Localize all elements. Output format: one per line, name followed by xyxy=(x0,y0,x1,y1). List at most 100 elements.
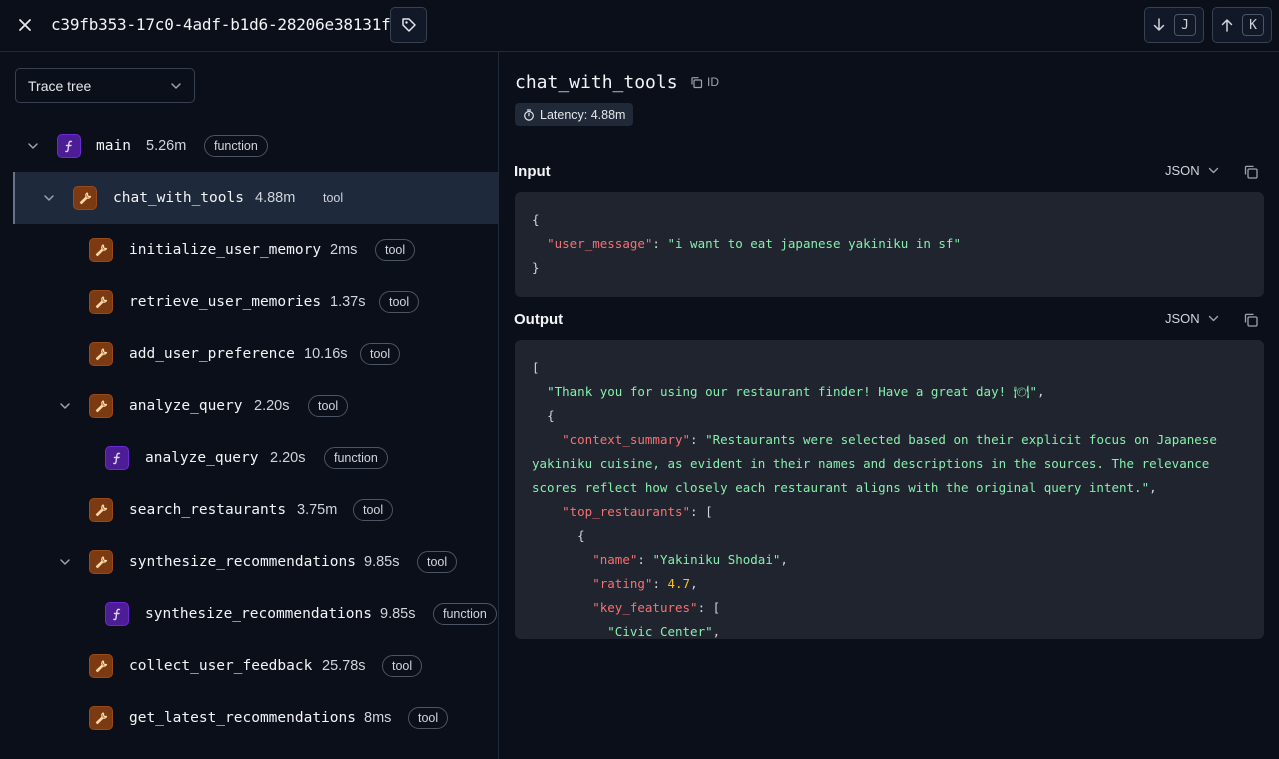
node-duration: 1.37s xyxy=(330,294,366,310)
tree-row-chat-with-tools[interactable]: chat_with_tools 4.88m tool xyxy=(13,172,498,224)
json-line: { xyxy=(532,212,540,227)
tree-row-collect-user-feedback[interactable]: collect_user_feedback 25.78s tool xyxy=(0,640,498,692)
top-bar: c39fb353-17c0-4adf-b1d6-28206e38131f J K xyxy=(0,0,1279,52)
node-name: chat_with_tools xyxy=(113,190,244,206)
function-icon xyxy=(105,602,129,626)
json-line: "rating": 4.7, xyxy=(592,576,698,591)
copy-output-icon[interactable] xyxy=(1243,312,1259,328)
node-duration: 3.75m xyxy=(297,502,338,518)
collapse-chevron-icon[interactable] xyxy=(42,191,56,205)
input-label: Input xyxy=(514,163,551,180)
node-name: analyze_query xyxy=(129,398,243,414)
node-duration: 2ms xyxy=(330,242,358,258)
wrench-icon xyxy=(89,706,113,730)
wrench-icon xyxy=(89,654,113,678)
tree-row-add-user-preference[interactable]: add_user_preference 10.16s tool xyxy=(0,328,498,380)
stopwatch-icon xyxy=(524,108,534,121)
wrench-icon xyxy=(89,290,113,314)
json-line: } xyxy=(532,260,540,275)
node-name: initialize_user_memory xyxy=(129,242,322,258)
view-select-value: Trace tree xyxy=(28,77,92,94)
previous-span-button[interactable]: K xyxy=(1212,7,1272,43)
node-type-badge: tool xyxy=(379,291,420,313)
node-name: analyze_query xyxy=(145,450,259,466)
node-type-badge: function xyxy=(324,447,388,469)
json-line: [ xyxy=(532,360,540,375)
tree-row-analyze-query[interactable]: analyze_query 2.20s tool xyxy=(0,380,498,432)
tree-row-analyze-query-function[interactable]: analyze_query 2.20s function xyxy=(0,432,498,484)
next-span-button[interactable]: J xyxy=(1144,7,1204,43)
output-json-viewer[interactable]: [ "Thank you for using our restaurant fi… xyxy=(515,340,1264,639)
node-name: retrieve_user_memories xyxy=(129,294,322,310)
node-duration: 9.85s xyxy=(380,606,416,622)
node-name: add_user_preference xyxy=(129,346,295,362)
json-line: "user_message": "i want to eat japanese … xyxy=(547,236,961,251)
node-type-badge: tool xyxy=(408,707,449,729)
json-line: { xyxy=(577,528,585,543)
tree-row-search-restaurants[interactable]: search_restaurants 3.75m tool xyxy=(0,484,498,536)
wrench-icon xyxy=(89,498,113,522)
view-select[interactable]: Trace tree xyxy=(15,68,195,103)
span-detail-panel: chat_with_tools ID Latency: 4.88m Input … xyxy=(499,52,1279,759)
collapse-chevron-icon[interactable] xyxy=(58,555,72,569)
node-duration: 25.78s xyxy=(322,658,366,674)
node-duration: 8ms xyxy=(364,710,392,726)
input-format-value: JSON xyxy=(1165,163,1200,178)
tree-row-get-latest-recommendations[interactable]: get_latest_recommendations 8ms tool xyxy=(0,692,498,744)
trace-tree-panel: Trace tree main 5.26m function chat_with… xyxy=(0,52,499,759)
output-format-value: JSON xyxy=(1165,311,1200,326)
tree-row-synthesize-recommendations[interactable]: synthesize_recommendations 9.85s tool xyxy=(0,536,498,588)
node-duration: 4.88m xyxy=(255,190,296,206)
arrow-up-icon xyxy=(1221,19,1233,32)
json-line: "top_restaurants": [ xyxy=(562,504,713,519)
node-name: main xyxy=(96,138,131,154)
input-json-viewer[interactable]: { "user_message": "i want to eat japanes… xyxy=(515,192,1264,297)
node-duration: 5.26m xyxy=(146,138,187,154)
latency-badge: Latency: 4.88m xyxy=(515,103,634,126)
function-icon xyxy=(57,134,81,158)
tree-row-main[interactable]: main 5.26m function xyxy=(0,120,498,172)
node-type-badge: tool xyxy=(353,499,394,521)
node-type-badge: tool xyxy=(417,551,458,573)
wrench-icon xyxy=(89,342,113,366)
copy-id-button[interactable]: ID xyxy=(690,75,719,89)
node-type-badge: tool xyxy=(375,239,416,261)
copy-icon xyxy=(691,76,703,88)
chevron-down-icon xyxy=(1208,315,1218,322)
node-name: get_latest_recommendations xyxy=(129,710,356,726)
wrench-icon xyxy=(89,238,113,262)
collapse-chevron-icon[interactable] xyxy=(26,139,40,153)
node-name: synthesize_recommendations xyxy=(145,606,372,622)
tree-row-retrieve-user-memories[interactable]: retrieve_user_memories 1.37s tool xyxy=(0,276,498,328)
tag-button[interactable] xyxy=(390,7,427,43)
json-line: { xyxy=(547,408,555,423)
chevron-down-icon xyxy=(171,82,181,89)
node-type-badge: tool xyxy=(382,655,423,677)
output-format-select[interactable]: JSON xyxy=(1165,311,1219,326)
collapse-chevron-icon[interactable] xyxy=(58,399,72,413)
node-type-badge: tool xyxy=(323,191,344,205)
node-name: collect_user_feedback xyxy=(129,658,313,674)
node-type-badge: tool xyxy=(360,343,401,365)
copy-input-icon[interactable] xyxy=(1243,164,1259,180)
close-button[interactable] xyxy=(12,12,38,38)
trace-id: c39fb353-17c0-4adf-b1d6-28206e38131f xyxy=(51,15,391,34)
node-name: synthesize_recommendations xyxy=(129,554,356,570)
node-duration: 10.16s xyxy=(304,346,348,362)
node-duration: 2.20s xyxy=(254,398,290,414)
json-line: "Civic Center", xyxy=(607,624,721,639)
input-format-select[interactable]: JSON xyxy=(1165,163,1219,178)
tree-row-initialize-user-memory[interactable]: initialize_user_memory 2ms tool xyxy=(0,224,498,276)
id-label: ID xyxy=(707,75,719,89)
node-type-badge: function xyxy=(433,603,497,625)
span-title: chat_with_tools xyxy=(515,72,678,93)
node-duration: 2.20s xyxy=(270,450,306,466)
tag-icon xyxy=(401,18,416,32)
shortcut-key-j: J xyxy=(1174,14,1196,36)
wrench-icon xyxy=(89,394,113,418)
close-icon xyxy=(19,19,31,31)
tree-row-synthesize-recommendations-function[interactable]: synthesize_recommendations 9.85s functio… xyxy=(0,588,498,640)
shortcut-key-k: K xyxy=(1242,14,1264,36)
json-line: "name": "Yakiniku Shodai", xyxy=(592,552,788,567)
node-type-badge: tool xyxy=(308,395,349,417)
